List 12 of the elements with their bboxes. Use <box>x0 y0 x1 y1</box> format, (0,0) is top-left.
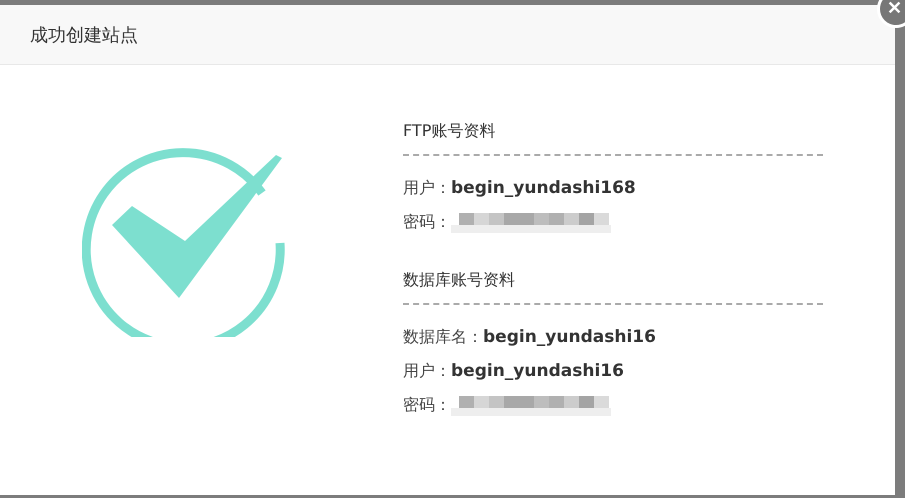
field-value: begin_yundashi16 <box>451 361 624 381</box>
section-title: FTP账号资料 <box>403 120 496 142</box>
field-label: 密码： <box>403 212 451 232</box>
field-value: begin_yundashi168 <box>451 178 636 198</box>
field-label: 用户： <box>403 178 451 198</box>
field-label: 密码： <box>403 394 451 416</box>
field-label: 数据库名： <box>403 326 483 348</box>
field-value: begin_yundashi16 <box>483 327 656 347</box>
dialog-title: 成功创建站点 <box>30 24 138 46</box>
field-label: 用户： <box>403 360 451 382</box>
close-button[interactable]: ✕ <box>877 0 905 28</box>
section-title: 数据库账号资料 <box>403 269 516 291</box>
